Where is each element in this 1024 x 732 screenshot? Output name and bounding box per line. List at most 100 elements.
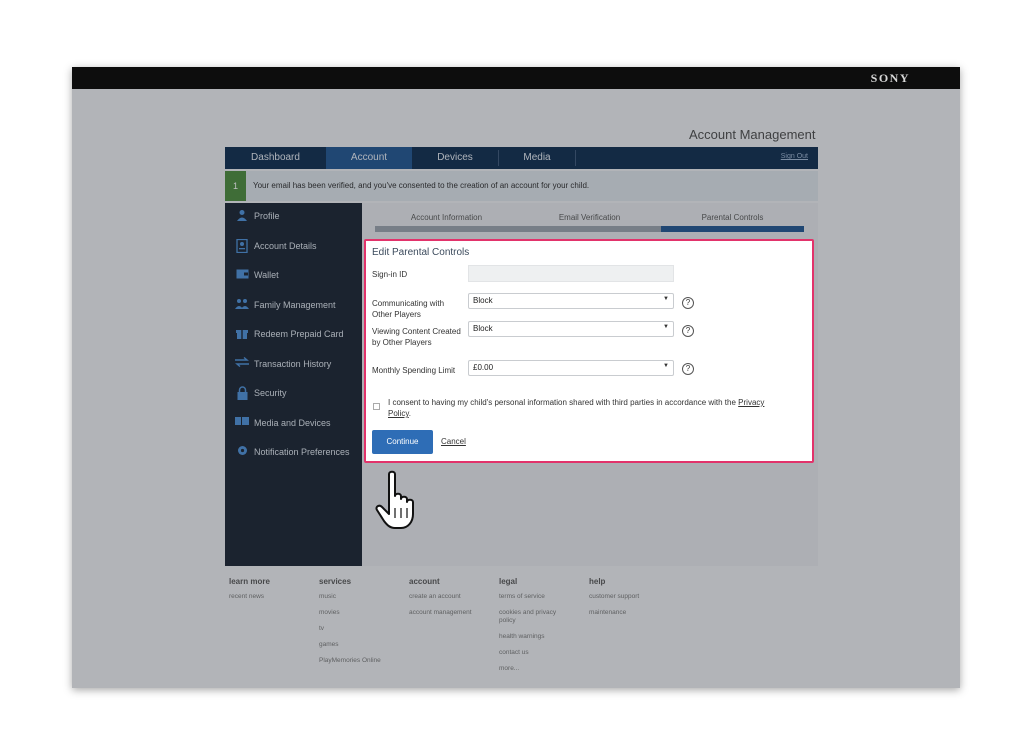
- sidebar-item-profile[interactable]: Profile: [225, 206, 362, 228]
- help-icon[interactable]: ?: [682, 297, 694, 309]
- step-parental-controls: Parental Controls: [701, 213, 764, 222]
- transfer-icon: [235, 356, 249, 371]
- signin-id-field[interactable]: [468, 265, 674, 282]
- wallet-icon: [235, 268, 249, 282]
- sidebar-item-label: Transaction History: [254, 359, 332, 369]
- media-icon: [235, 416, 249, 430]
- banner-text: Your email has been verified, and you've…: [253, 181, 590, 190]
- viewing-value: Block: [473, 324, 493, 333]
- consent-checkbox[interactable]: [373, 403, 380, 410]
- footer-column-services: services music movies tv games PlayMemor…: [319, 577, 409, 673]
- footer-link[interactable]: movies: [319, 609, 409, 617]
- viewing-select[interactable]: Block ▼: [468, 321, 674, 337]
- edit-parental-controls-panel: Edit Parental Controls Sign-in ID Commun…: [364, 239, 814, 463]
- footer-heading: help: [589, 577, 606, 586]
- footer-link[interactable]: tv: [319, 625, 409, 633]
- footer-heading: services: [319, 577, 352, 586]
- family-icon: [235, 298, 249, 312]
- panel-title: Edit Parental Controls: [372, 247, 470, 258]
- sidebar-item-label: Notification Preferences: [254, 447, 350, 457]
- footer-link[interactable]: music: [319, 593, 409, 601]
- footer-link[interactable]: terms of service: [499, 593, 574, 601]
- help-icon[interactable]: ?: [682, 325, 694, 337]
- sidebar-item-label: Redeem Prepaid Card: [254, 329, 344, 339]
- footer-link[interactable]: health warnings: [499, 633, 574, 641]
- gear-icon: [235, 445, 249, 459]
- sidebar-item-security[interactable]: Security: [225, 383, 362, 405]
- nav-divider: [575, 150, 576, 166]
- step-bar: [375, 226, 518, 232]
- sidebar-item-label: Family Management: [254, 300, 336, 310]
- footer-column-learn-more: learn more recent news: [229, 577, 319, 609]
- consent-text: I consent to having my child's personal …: [388, 397, 788, 419]
- sidebar-item-label: Account Details: [254, 241, 317, 251]
- sidebar-item-notification-preferences[interactable]: Notification Preferences: [225, 442, 362, 464]
- spending-value: £0.00: [473, 363, 494, 372]
- step-email-verification: Email Verification: [558, 213, 621, 222]
- step-account-information: Account Information: [410, 213, 483, 222]
- chevron-down-icon: ▼: [663, 296, 669, 302]
- signin-label: Sign-in ID: [372, 270, 408, 279]
- gift-icon: [235, 327, 249, 341]
- footer-heading: learn more: [229, 577, 270, 586]
- sidebar-item-media-and-devices[interactable]: Media and Devices: [225, 413, 362, 435]
- spending-select[interactable]: £0.00 ▼: [468, 360, 674, 376]
- tab-devices[interactable]: Devices: [412, 147, 498, 169]
- sidebar-item-family-management[interactable]: Family Management: [225, 295, 362, 317]
- person-icon: [235, 209, 249, 223]
- footer-heading: legal: [499, 577, 518, 586]
- consent-text-end: .: [408, 409, 411, 418]
- viewing-label: Viewing Content Created by Other Players: [372, 327, 461, 347]
- sidebar-item-transaction-history[interactable]: Transaction History: [225, 354, 362, 376]
- hand-cursor-icon: [375, 470, 423, 532]
- footer-link[interactable]: maintenance: [589, 609, 679, 617]
- footer-column-help: help customer support maintenance: [589, 577, 679, 625]
- cancel-link[interactable]: Cancel: [441, 437, 466, 446]
- sidebar-item-label: Media and Devices: [254, 418, 331, 428]
- top-bar: SONY: [72, 67, 960, 89]
- chevron-down-icon: ▼: [663, 324, 669, 330]
- footer-column-legal: legal terms of service cookies and priva…: [499, 577, 574, 681]
- footer-link[interactable]: cookies and privacy policy: [499, 609, 574, 625]
- footer-link[interactable]: account management: [409, 609, 499, 617]
- sidebar-item-label: Security: [254, 388, 287, 398]
- help-icon[interactable]: ?: [682, 363, 694, 375]
- footer-heading: account: [409, 577, 440, 586]
- page-title: Account Management: [689, 127, 816, 142]
- sidebar-item-label: Wallet: [254, 270, 279, 280]
- sign-out-link[interactable]: Sign Out: [781, 153, 808, 160]
- footer-link[interactable]: games: [319, 641, 409, 649]
- footer-link[interactable]: customer support: [589, 593, 679, 601]
- footer-link[interactable]: PlayMemories Online: [319, 657, 409, 665]
- footer: learn more recent news services music mo…: [229, 577, 819, 677]
- sony-logo: SONY: [870, 71, 910, 85]
- sidebar-item-label: Profile: [254, 211, 280, 221]
- lock-icon: [235, 386, 249, 400]
- footer-link[interactable]: recent news: [229, 593, 319, 601]
- tab-media[interactable]: Media: [499, 147, 575, 169]
- footer-link[interactable]: create an account: [409, 593, 499, 601]
- communicating-value: Block: [473, 296, 493, 305]
- continue-button[interactable]: Continue: [372, 430, 433, 454]
- browser-screen: SONY Account Management Dashboard Accoun…: [72, 67, 960, 688]
- banner-badge: 1: [225, 171, 246, 201]
- sidebar-item-wallet[interactable]: Wallet: [225, 265, 362, 287]
- footer-link[interactable]: more...: [499, 665, 574, 673]
- tab-dashboard[interactable]: Dashboard: [225, 147, 326, 169]
- step-bar: [518, 226, 661, 232]
- footer-column-account: account create an account account manage…: [409, 577, 499, 625]
- tab-account[interactable]: Account: [326, 147, 412, 169]
- main-nav: Dashboard Account Devices Media Sign Out: [225, 147, 818, 169]
- verification-banner: 1 Your email has been verified, and you'…: [225, 171, 818, 201]
- communicating-label: Communicating with Other Players: [372, 299, 445, 319]
- communicating-select[interactable]: Block ▼: [468, 293, 674, 309]
- sidebar-item-account-details[interactable]: Account Details: [225, 236, 362, 258]
- chevron-down-icon: ▼: [663, 363, 669, 369]
- step-bar-active: [661, 226, 804, 232]
- spending-label: Monthly Spending Limit: [372, 366, 456, 375]
- footer-link[interactable]: contact us: [499, 649, 574, 657]
- sidebar-item-redeem-prepaid-card[interactable]: Redeem Prepaid Card: [225, 324, 362, 346]
- consent-text-body: I consent to having my child's personal …: [388, 398, 736, 407]
- id-card-icon: [235, 238, 249, 254]
- sidebar: Profile Account Details Wallet Family Ma…: [225, 203, 362, 566]
